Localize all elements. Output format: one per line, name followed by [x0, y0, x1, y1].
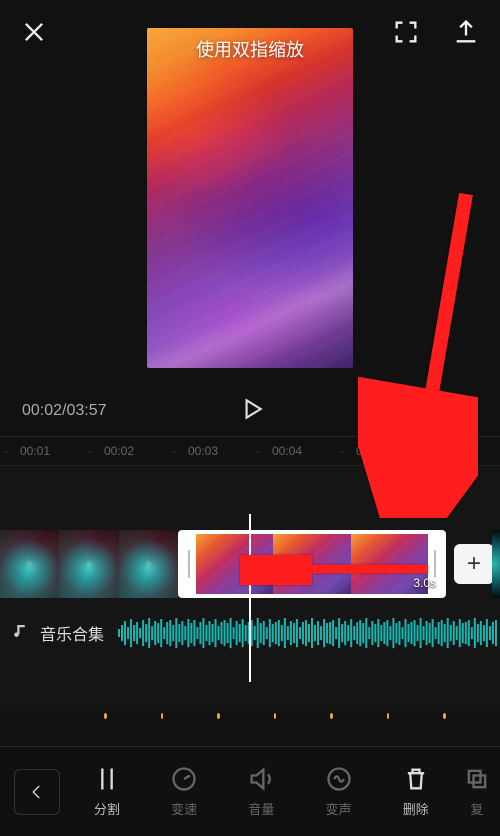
playhead[interactable]: [249, 514, 251, 682]
tool-restore[interactable]: 复: [460, 765, 494, 818]
ruler-tick: 00:02: [100, 444, 184, 458]
tool-speed[interactable]: 变速: [151, 765, 217, 818]
selected-clip[interactable]: 3.0s: [178, 530, 446, 598]
trim-handle-left[interactable]: [182, 534, 196, 594]
time-ruler[interactable]: 00:01 00:02 00:03 00:04 00:0: [0, 436, 500, 466]
music-icon: [12, 622, 30, 645]
ruler-tick: 00:0: [352, 444, 436, 458]
fullscreen-icon[interactable]: [392, 18, 420, 46]
video-clip[interactable]: [492, 530, 500, 598]
tool-delete[interactable]: 删除: [383, 765, 449, 818]
redo-button[interactable]: [452, 399, 478, 424]
audio-waveform[interactable]: [118, 615, 500, 651]
video-clip[interactable]: [0, 530, 178, 598]
video-preview[interactable]: 使用双指缩放: [147, 28, 353, 368]
add-clip-button[interactable]: +: [454, 544, 494, 584]
time-display: 00:02/03:57: [22, 402, 107, 420]
tool-split[interactable]: 分割: [74, 765, 140, 818]
ruler-tick: 00:01: [16, 444, 100, 458]
clip-duration: 3.0s: [413, 576, 436, 590]
timeline[interactable]: 3.0s + 音乐合集: [0, 466, 500, 711]
tool-volume[interactable]: 音量: [228, 765, 294, 818]
ruler-tick: 00:03: [184, 444, 268, 458]
audio-track-label[interactable]: 音乐合集: [40, 621, 104, 645]
pinch-hint: 使用双指缩放: [147, 36, 353, 62]
close-icon[interactable]: [20, 18, 48, 46]
play-button[interactable]: [239, 409, 265, 426]
tool-voice[interactable]: 变声: [306, 765, 372, 818]
ruler-tick: 00:04: [268, 444, 352, 458]
back-button[interactable]: [14, 769, 60, 815]
undo-button[interactable]: [398, 399, 424, 424]
export-icon[interactable]: [452, 18, 480, 46]
